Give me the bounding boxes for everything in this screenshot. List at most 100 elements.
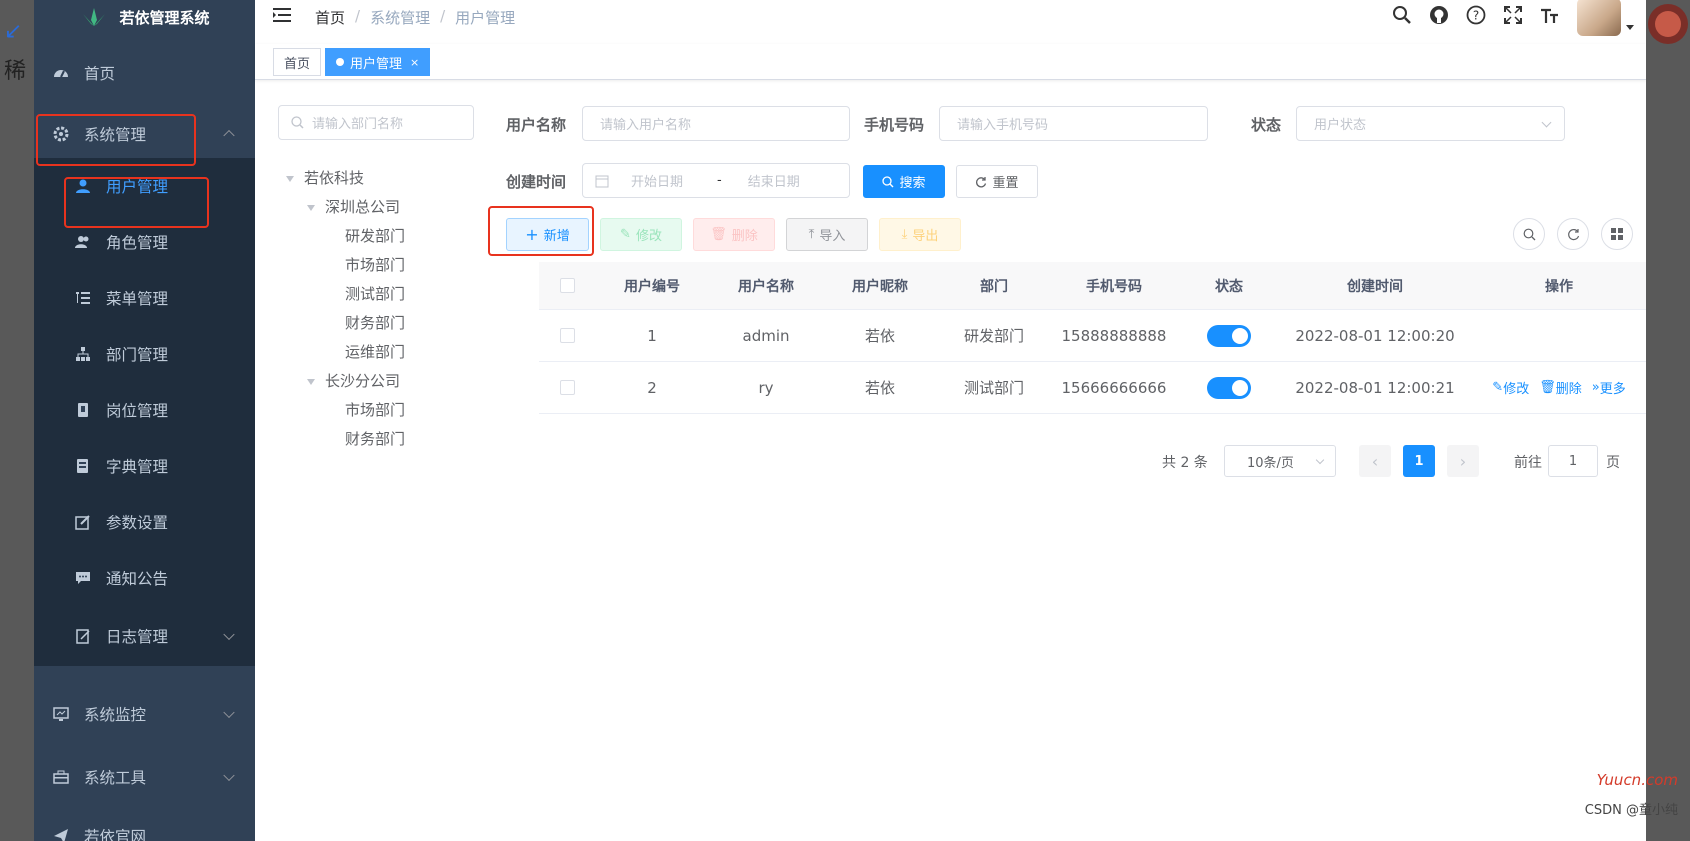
org-tree-icon — [74, 345, 92, 363]
reset-button[interactable]: 重置 — [956, 165, 1038, 198]
caret-down-icon[interactable] — [307, 204, 315, 211]
status-select[interactable]: 用户状态 — [1296, 106, 1565, 141]
refresh-table-button[interactable] — [1557, 218, 1589, 250]
chevron-right-icon: › — [1459, 451, 1467, 471]
svg-text:?: ? — [1473, 9, 1479, 23]
row-checkbox[interactable] — [559, 380, 575, 395]
font-size-icon[interactable] — [1540, 5, 1560, 29]
close-icon[interactable]: × — [410, 56, 419, 69]
tree-node[interactable]: 运维部门 — [345, 341, 405, 363]
menu-menu[interactable]: 菜单管理 — [34, 270, 255, 326]
breadcrumb-home[interactable]: 首页 — [315, 7, 345, 28]
hamburger-icon[interactable] — [273, 6, 293, 28]
tag-home[interactable]: 首页 — [273, 48, 322, 76]
date-range-picker[interactable]: 开始日期 - 结束日期 — [582, 163, 850, 198]
columns-button[interactable] — [1601, 218, 1633, 250]
github-icon[interactable] — [1429, 5, 1449, 29]
caret-down-icon[interactable] — [1626, 24, 1634, 30]
import-button[interactable]: ⤒ 导入 — [786, 218, 868, 251]
toggle-search-button[interactable] — [1513, 218, 1545, 250]
row-more-link[interactable]: » 更多 — [1592, 378, 1626, 397]
username-label: 用户名称 — [506, 116, 567, 134]
row-delete-link[interactable]: 🗑 删除 — [1539, 378, 1582, 397]
edit-button[interactable]: ✎ 修改 — [600, 218, 682, 251]
status-switch[interactable] — [1207, 376, 1251, 399]
menu-dict[interactable]: 字典管理 — [34, 438, 255, 494]
avatar[interactable] — [1577, 0, 1621, 36]
phone-input[interactable]: 请输入手机号码 — [939, 106, 1208, 141]
tree-node[interactable]: 市场部门 — [345, 254, 405, 276]
page-unit-label: 页 — [1606, 455, 1620, 471]
goto-page-input[interactable]: 1 — [1548, 445, 1598, 477]
start-date-input[interactable]: 开始日期 — [631, 171, 711, 190]
menu-config[interactable]: 参数设置 — [34, 494, 255, 550]
username-input[interactable]: 请输入用户名称 — [582, 106, 850, 141]
tree-table-icon — [74, 289, 92, 307]
menu-dept[interactable]: 部门管理 — [34, 326, 255, 382]
help-icon[interactable]: ? — [1466, 5, 1486, 29]
chevron-left-icon: ‹ — [1371, 451, 1379, 471]
app-title: 若依管理系统 — [119, 8, 210, 27]
row-edit-link[interactable]: ✎ 修改 — [1492, 378, 1529, 397]
tree-node[interactable]: 深圳总公司 — [307, 196, 400, 218]
tree-node[interactable]: 长沙分公司 — [307, 370, 400, 392]
status-switch[interactable] — [1207, 324, 1251, 347]
trash-icon: 🗑 — [710, 227, 727, 242]
sidebar: 若依管理系统 首页 系统管理 用户管理 角色管理 菜单管理 部门管理 岗位管理 … — [34, 0, 255, 841]
tree-node[interactable]: 测试部门 — [345, 283, 405, 305]
breadcrumb-system[interactable]: 系统管理 — [370, 7, 430, 28]
tree-node[interactable]: 研发部门 — [345, 225, 405, 247]
tree-node[interactable]: 市场部门 — [345, 399, 405, 421]
row-checkbox[interactable] — [559, 328, 575, 343]
menu-user[interactable]: 用户管理 — [34, 158, 255, 214]
tag-user[interactable]: 用户管理 × — [325, 48, 431, 76]
tree-node[interactable]: 财务部门 — [345, 312, 405, 334]
menu-monitor[interactable]: 系统监控 — [34, 686, 255, 742]
phone-label: 手机号码 — [864, 116, 925, 134]
dept-search-input[interactable]: 请输入部门名称 — [278, 105, 474, 140]
goto-label: 前往 — [1514, 455, 1542, 471]
table-row[interactable]: 1 admin 若依 研发部门 15888888888 2022-08-01 1… — [539, 310, 1646, 362]
select-all-checkbox[interactable] — [559, 278, 575, 293]
breadcrumb-user: 用户管理 — [455, 8, 516, 27]
app-frame: 若依管理系统 首页 系统管理 用户管理 角色管理 菜单管理 部门管理 岗位管理 … — [34, 0, 1646, 841]
plus-icon: + — [525, 225, 539, 244]
search-icon — [882, 175, 894, 187]
end-date-input[interactable]: 结束日期 — [748, 171, 800, 190]
caret-down-icon[interactable] — [286, 175, 294, 182]
tree-node[interactable]: 若依科技 — [286, 167, 364, 189]
edit-icon: ✎ — [620, 227, 631, 242]
caret-down-icon[interactable] — [307, 378, 315, 385]
search-button[interactable]: 搜索 — [863, 165, 945, 198]
menu-website[interactable]: 若依官网 — [34, 808, 255, 841]
table-row[interactable]: 2 ry 若依 测试部门 15666666666 2022-08-01 12:0… — [539, 362, 1646, 414]
menu-role[interactable]: 角色管理 — [34, 214, 255, 270]
menu-notice[interactable]: 通知公告 — [34, 550, 255, 606]
page-1-button[interactable]: 1 — [1403, 445, 1435, 477]
tree-node[interactable]: 财务部门 — [345, 428, 405, 450]
page-size-select[interactable]: 10条/页 — [1224, 445, 1336, 477]
delete-button[interactable]: 🗑 删除 — [693, 218, 775, 251]
prev-page-button[interactable]: ‹ — [1359, 445, 1391, 477]
fullscreen-icon[interactable] — [1503, 5, 1523, 29]
table-header: 用户编号 用户名称 用户昵称 部门 手机号码 状态 创建时间 操作 — [539, 262, 1646, 310]
export-button[interactable]: ⤓ 导出 — [879, 218, 961, 251]
edit-icon: ✎ — [1492, 380, 1504, 395]
menu-home[interactable]: 首页 — [34, 45, 255, 101]
menu-log[interactable]: 日志管理 — [34, 606, 255, 666]
pagination-total: 共 2 条 — [1162, 455, 1208, 471]
menu-post[interactable]: 岗位管理 — [34, 382, 255, 438]
tags-view: 首页 用户管理 × — [255, 44, 1646, 80]
dict-icon — [74, 457, 92, 475]
logo[interactable]: 若依管理系统 — [34, 0, 255, 34]
download-icon: ⤓ — [901, 227, 908, 242]
search-icon — [1523, 228, 1535, 240]
next-page-button[interactable]: › — [1447, 445, 1479, 477]
chevron-down-icon — [223, 706, 235, 719]
double-chevron-right-icon: » — [1591, 380, 1600, 395]
menu-tools[interactable]: 系统工具 — [34, 749, 255, 805]
send-icon — [52, 827, 70, 841]
search-icon[interactable] — [1392, 5, 1412, 29]
add-button[interactable]: + 新增 — [506, 218, 589, 251]
menu-system[interactable]: 系统管理 — [34, 106, 255, 162]
